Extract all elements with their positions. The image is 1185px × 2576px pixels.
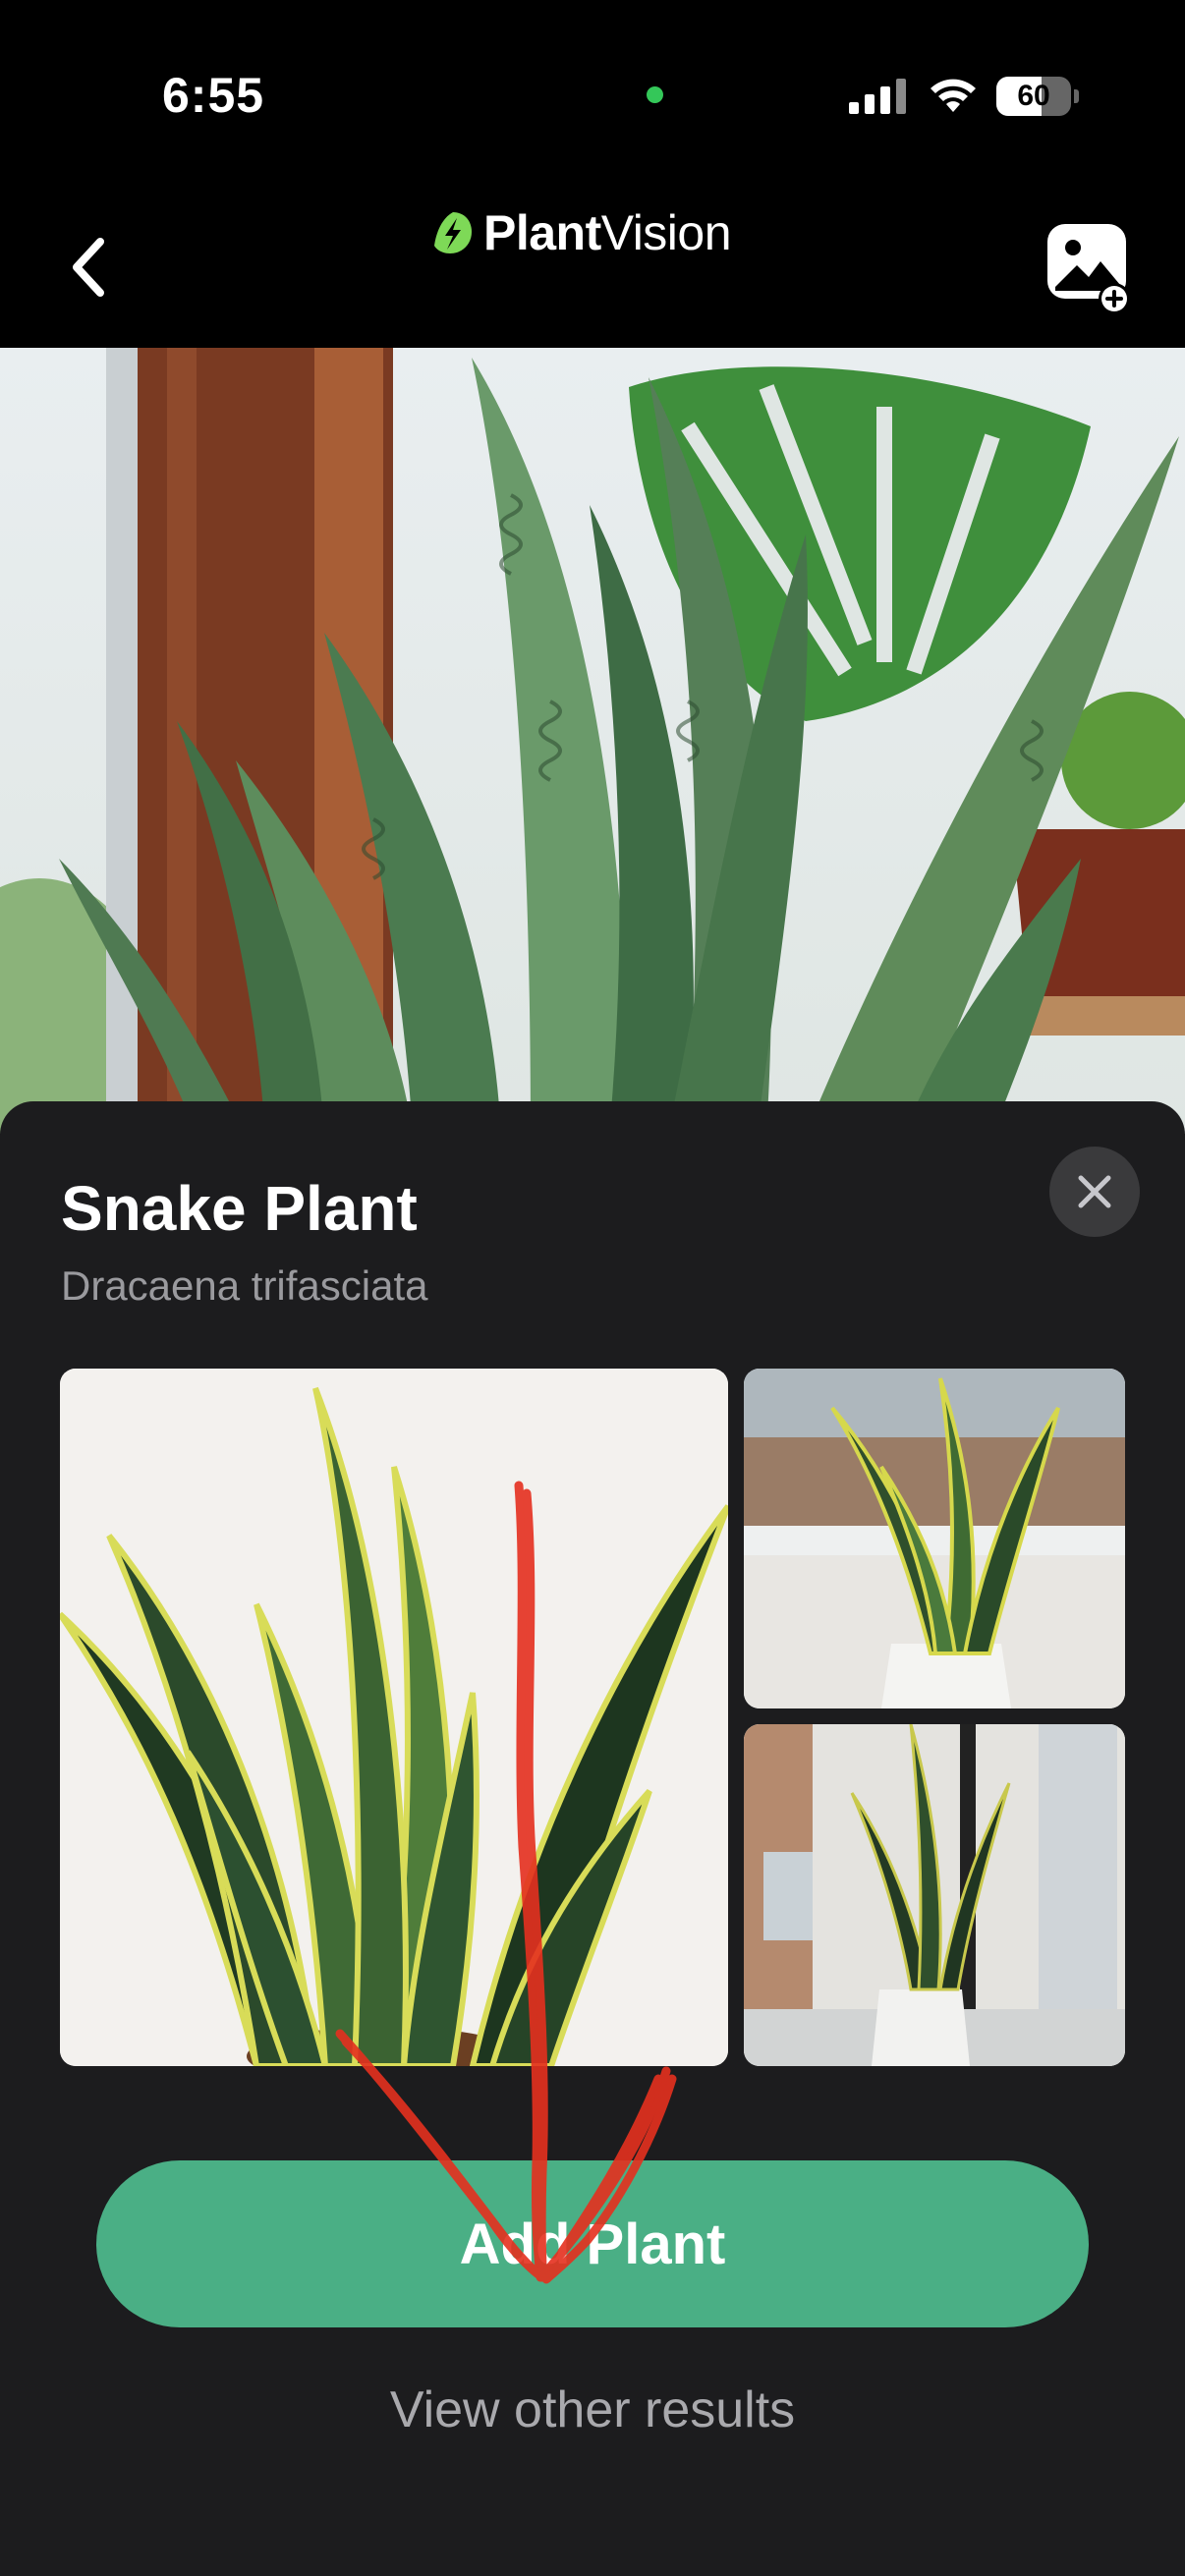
- brand-logo: PlantVision: [432, 198, 732, 267]
- view-other-results-link[interactable]: View other results: [0, 2380, 1185, 2439]
- add-photo-button[interactable]: [1045, 214, 1132, 314]
- plant-scientific-name: Dracaena trifasciata: [61, 1262, 428, 1309]
- battery-percentage: 60: [1017, 80, 1050, 112]
- status-time: 6:55: [162, 68, 265, 123]
- leaf-bolt-icon: [434, 212, 472, 253]
- app-name: PlantVision: [483, 205, 732, 260]
- cellular-signal-icon: [849, 79, 906, 114]
- status-bar: 6:55 60: [0, 0, 1185, 187]
- reference-photo-window[interactable]: [744, 1369, 1125, 1708]
- home-indicator-area: [0, 2546, 1185, 2576]
- reference-photo-main[interactable]: [60, 1369, 728, 2066]
- back-button[interactable]: [59, 226, 118, 308]
- chevron-left-icon: [73, 238, 104, 297]
- screen: 6:55 60 PlantVision Snake Plant Dracaena…: [0, 0, 1185, 2576]
- reference-photo-potted[interactable]: [744, 1724, 1125, 2066]
- captured-plant-photo: [0, 348, 1185, 1134]
- add-plant-button[interactable]: Add Plant: [96, 2160, 1089, 2327]
- camera-in-use-indicator: [647, 86, 663, 103]
- image-add-icon: [1047, 224, 1130, 314]
- plant-common-name: Snake Plant: [61, 1173, 418, 1244]
- wifi-icon: [931, 79, 976, 112]
- navigation-bar: PlantVision: [0, 187, 1185, 348]
- close-button[interactable]: [1049, 1147, 1140, 1237]
- battery-icon: 60: [996, 77, 1079, 116]
- close-icon: [1078, 1175, 1111, 1208]
- identification-result-sheet: Snake Plant Dracaena trifasciata Add Pla…: [0, 1101, 1185, 2576]
